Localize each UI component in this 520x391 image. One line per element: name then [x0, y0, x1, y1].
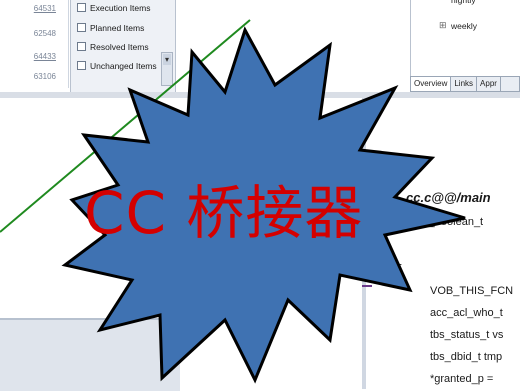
overlay-title: CC 桥接器	[84, 179, 364, 247]
